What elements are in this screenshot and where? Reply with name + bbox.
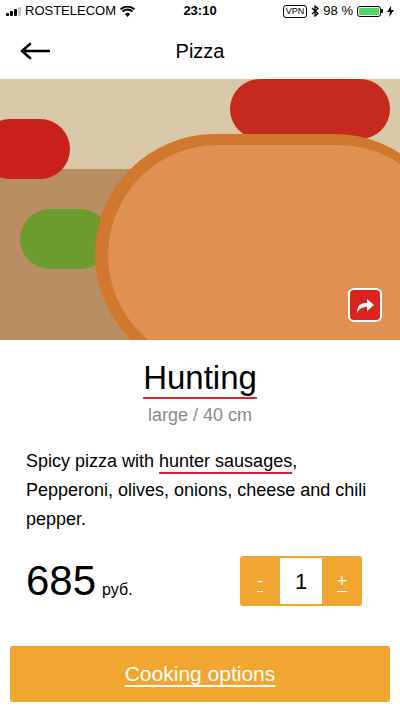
- vpn-badge: VPN: [283, 5, 308, 18]
- nav-title: Pizza: [60, 36, 340, 66]
- signal-bar: [18, 7, 21, 16]
- share-button[interactable]: [348, 288, 382, 322]
- description-segment: hunter sausages: [159, 451, 292, 471]
- signal-icon: [6, 6, 21, 16]
- cooking-options-button[interactable]: Cooking options: [10, 646, 390, 702]
- battery-fill: [359, 8, 379, 15]
- clock: 23:10: [183, 1, 216, 21]
- quantity-field[interactable]: 1: [280, 558, 322, 604]
- product-name: Hunting: [143, 358, 257, 398]
- description-segment: Spicy pizza with: [26, 451, 159, 471]
- price-value: 685: [26, 558, 96, 604]
- back-button[interactable]: [0, 42, 60, 60]
- bluetooth-icon: [311, 5, 319, 17]
- quantity-stepper: - 1 +: [240, 556, 362, 606]
- signal-bar: [14, 9, 17, 16]
- signal-bar: [6, 13, 9, 16]
- product-description: Spicy pizza with hunter sausages, Pepper…: [26, 447, 374, 534]
- battery-percent: 98 %: [323, 1, 353, 21]
- battery-icon: [357, 6, 383, 17]
- carrier: ROSTELECOM: [25, 1, 116, 21]
- nav-bar: Pizza: [0, 22, 400, 79]
- product-size: large / 40 cm: [26, 402, 374, 429]
- price: 685 руб.: [26, 558, 133, 604]
- wifi-icon: [120, 6, 135, 17]
- status-bar: ROSTELECOM 23:10 VPN 98 %: [0, 0, 400, 22]
- signal-bar: [10, 11, 13, 16]
- increment-button[interactable]: +: [322, 556, 362, 606]
- product-details: Hunting large / 40 cm Spicy pizza with h…: [0, 340, 400, 606]
- back-arrow-icon: [20, 42, 50, 60]
- charging-icon: [387, 6, 394, 17]
- share-icon: [355, 296, 375, 314]
- price-currency: руб.: [102, 576, 133, 604]
- decrement-button[interactable]: -: [240, 556, 280, 606]
- product-photo: [0, 79, 400, 340]
